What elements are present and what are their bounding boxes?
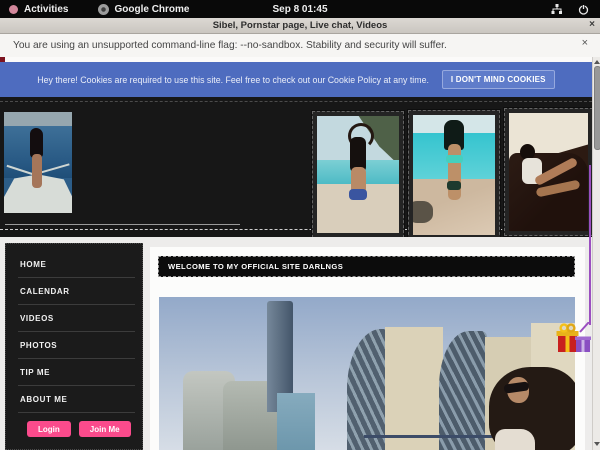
recording-indicator-icon <box>9 5 18 14</box>
sidebar-item-label: PHOTOS <box>20 341 57 350</box>
chrome-infobar: You are using an unsupported command-lin… <box>0 34 600 57</box>
building-graphic <box>439 331 487 450</box>
sidebar-nav: HOME CALENDAR VIDEOS PHOTOS TIP ME ABOUT… <box>6 251 142 413</box>
gallery-thumbnail-teal-bikini[interactable] <box>408 110 500 240</box>
photo-layer <box>447 181 461 190</box>
sidebar-item-label: TIP ME <box>20 368 50 377</box>
chrome-icon <box>98 4 109 15</box>
network-icon[interactable] <box>551 4 563 15</box>
sidebar-item-home[interactable]: HOME <box>6 251 142 278</box>
infobar-message: You are using an unsupported command-lin… <box>13 40 447 51</box>
system-tray <box>551 4 600 15</box>
sidebar-item-calendar[interactable]: CALENDAR <box>6 278 142 305</box>
welcome-banner: WELCOME TO MY OFFICIAL SITE DARLNGS <box>158 256 575 277</box>
sidebar-item-label: CALENDAR <box>20 287 70 296</box>
main-skyline-photo <box>159 297 575 450</box>
header-dashed-border-top <box>0 101 592 102</box>
join-button[interactable]: Join Me <box>79 421 131 437</box>
scrollbar-down-icon[interactable] <box>594 442 600 446</box>
sidebar-item-label: VIDEOS <box>20 314 54 323</box>
cookie-banner: Hey there! Cookies are required to use t… <box>0 62 592 97</box>
header-divider-line <box>5 224 240 225</box>
gallery-thumbnail-couch[interactable] <box>504 108 593 236</box>
gallery-thumbnail-beach-heart-pose[interactable] <box>312 111 404 238</box>
window-titlebar[interactable]: Sibel, Pornstar page, Live chat, Videos … <box>0 18 600 34</box>
photo-layer <box>446 155 463 163</box>
sidebar-item-about-me[interactable]: ABOUT ME <box>6 386 142 413</box>
clock[interactable]: Sep 8 01:45 <box>272 4 327 15</box>
activities-button[interactable]: Activities <box>24 4 68 15</box>
photo-layer <box>32 154 42 188</box>
gift-icon[interactable] <box>556 322 593 358</box>
building-graphic <box>277 393 315 450</box>
login-button[interactable]: Login <box>27 421 71 437</box>
sidebar-item-tip-me[interactable]: TIP ME <box>6 359 142 386</box>
header-boat-photo[interactable] <box>4 112 72 213</box>
page-scrollbar[interactable] <box>592 57 600 450</box>
woman-graphic <box>495 429 535 450</box>
cookie-message: Hey there! Cookies are required to use t… <box>37 75 429 85</box>
system-top-bar: Activities Google Chrome Sep 8 01:45 <box>0 0 600 18</box>
scrollbar-thumb[interactable] <box>594 66 600 150</box>
sidebar-item-photos[interactable]: PHOTOS <box>6 332 142 359</box>
photo-layer <box>448 144 461 200</box>
window-close-button[interactable]: × <box>589 19 595 30</box>
sidebar-item-label: ABOUT ME <box>20 395 67 404</box>
photo-layer <box>413 201 433 223</box>
building-graphic <box>385 327 443 450</box>
gift-string <box>589 165 591 325</box>
photo-layer <box>349 189 367 200</box>
scrollbar-up-icon[interactable] <box>594 60 600 64</box>
window-title: Sibel, Pornstar page, Live chat, Videos <box>213 20 388 31</box>
app-menu-button[interactable]: Google Chrome <box>114 4 189 15</box>
sidebar: HOME CALENDAR VIDEOS PHOTOS TIP ME ABOUT… <box>5 243 143 450</box>
welcome-heading: WELCOME TO MY OFFICIAL SITE DARLNGS <box>168 262 343 271</box>
power-icon[interactable] <box>578 4 589 15</box>
photo-layer <box>4 112 72 126</box>
sidebar-item-videos[interactable]: VIDEOS <box>6 305 142 332</box>
cookie-accept-button[interactable]: I DON'T MIND COOKIES <box>442 70 555 89</box>
infobar-close-icon[interactable]: × <box>582 37 588 49</box>
sidebar-auth-buttons: Login Join Me <box>27 421 131 437</box>
desktop-screen: Activities Google Chrome Sep 8 01:45 Sib… <box>0 0 600 450</box>
sidebar-item-label: HOME <box>20 260 46 269</box>
